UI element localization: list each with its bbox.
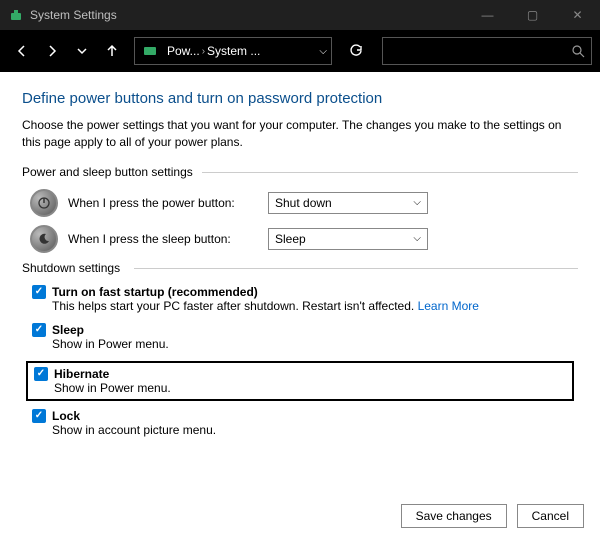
fast-startup-checkbox[interactable]: ✓	[32, 285, 46, 299]
footer: Save changes Cancel	[0, 490, 600, 540]
fast-startup-desc: This helps start your PC faster after sh…	[52, 299, 418, 313]
breadcrumb[interactable]: Pow... › System ... ⌵	[134, 37, 332, 65]
sleep-checkbox[interactable]: ✓	[32, 323, 46, 337]
fast-startup-title: Turn on fast startup (recommended)	[52, 285, 258, 299]
section-power-sleep: Power and sleep button settings	[22, 165, 578, 179]
sleep-button-label: When I press the sleep button:	[68, 232, 258, 246]
control-panel-icon	[143, 43, 159, 59]
search-input[interactable]	[382, 37, 592, 65]
section-shutdown: Shutdown settings	[22, 261, 578, 275]
lock-desc: Show in account picture menu.	[52, 423, 578, 437]
sleep-button-select[interactable]: Sleep ⌵	[268, 228, 428, 250]
sleep-icon	[30, 225, 58, 253]
hibernate-desc: Show in Power menu.	[54, 381, 566, 395]
navbar: Pow... › System ... ⌵	[0, 30, 600, 72]
power-button-row: When I press the power button: Shut down…	[30, 189, 578, 217]
chevron-right-icon: ›	[202, 46, 205, 57]
sleep-button-value: Sleep	[275, 232, 306, 246]
up-button[interactable]	[98, 37, 126, 65]
search-icon	[572, 45, 585, 58]
sleep-item: ✓ Sleep Show in Power menu.	[32, 323, 578, 351]
window-title: System Settings	[30, 8, 117, 22]
titlebar: System Settings — ▢ ✕	[0, 0, 600, 30]
hibernate-highlight-box: ✓ Hibernate Show in Power menu.	[26, 361, 574, 401]
power-button-label: When I press the power button:	[68, 196, 258, 210]
hibernate-title: Hibernate	[54, 367, 109, 381]
lock-title: Lock	[52, 409, 80, 423]
learn-more-link[interactable]: Learn More	[418, 299, 479, 313]
forward-button[interactable]	[38, 37, 66, 65]
lock-item: ✓ Lock Show in account picture menu.	[32, 409, 578, 437]
sleep-desc: Show in Power menu.	[52, 337, 578, 351]
maximize-button[interactable]: ▢	[510, 0, 555, 30]
sleep-title: Sleep	[52, 323, 84, 337]
back-button[interactable]	[8, 37, 36, 65]
power-icon	[30, 189, 58, 217]
chevron-down-icon: ⌵	[413, 233, 421, 244]
power-button-value: Shut down	[275, 196, 332, 210]
page-description: Choose the power settings that you want …	[22, 117, 578, 151]
save-button[interactable]: Save changes	[401, 504, 507, 528]
cancel-button[interactable]: Cancel	[517, 504, 584, 528]
recent-dropdown[interactable]	[68, 37, 96, 65]
crumb-system[interactable]: System ...	[207, 44, 260, 58]
sleep-button-row: When I press the sleep button: Sleep ⌵	[30, 225, 578, 253]
refresh-button[interactable]	[342, 37, 370, 65]
hibernate-checkbox[interactable]: ✓	[34, 367, 48, 381]
chevron-down-icon: ⌵	[413, 197, 421, 208]
crumb-power[interactable]: Pow...	[167, 44, 200, 58]
content-pane: Define power buttons and turn on passwor…	[0, 72, 600, 490]
power-button-select[interactable]: Shut down ⌵	[268, 192, 428, 214]
minimize-button[interactable]: —	[465, 0, 510, 30]
fast-startup-item: ✓ Turn on fast startup (recommended) This…	[32, 285, 578, 313]
chevron-down-icon[interactable]: ⌵	[319, 46, 327, 57]
close-button[interactable]: ✕	[555, 0, 600, 30]
lock-checkbox[interactable]: ✓	[32, 409, 46, 423]
app-icon	[8, 7, 24, 23]
page-heading: Define power buttons and turn on passwor…	[22, 90, 578, 107]
